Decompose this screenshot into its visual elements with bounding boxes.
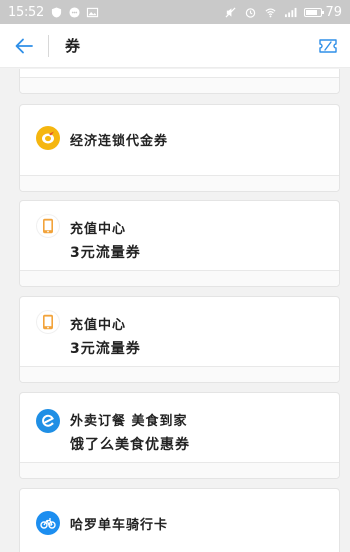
back-button[interactable] — [0, 24, 48, 68]
battery-level: 79 — [325, 4, 342, 20]
coupon-list: 经济连锁代金券 充值中心 3元流量券 充值中心 3元流量券 外卖订餐 美食到家 … — [0, 69, 350, 552]
status-time: 15:52 — [8, 4, 44, 20]
battery-indicator: 79 — [304, 5, 342, 20]
coupon-card-partial[interactable] — [19, 69, 340, 94]
title-bar: 券 — [0, 24, 350, 68]
coupon-stub — [20, 270, 339, 286]
battery-icon — [304, 7, 325, 17]
coupon-card[interactable]: 外卖订餐 美食到家 饿了么美食优惠券 — [19, 392, 340, 479]
edit-button[interactable] — [306, 24, 350, 68]
coupon-subtitle: 饿了么美食优惠券 — [70, 437, 190, 453]
coupon-stub — [20, 462, 339, 478]
alarm-icon — [246, 7, 256, 18]
phone-recharge-icon — [36, 310, 60, 334]
coupon-subtitle: 3元流量券 — [70, 245, 141, 261]
coupon-title: 外卖订餐 美食到家 — [70, 414, 188, 429]
image-icon — [86, 7, 99, 17]
chat-icon — [69, 6, 80, 18]
coupon-card[interactable]: 充值中心 3元流量券 — [19, 296, 340, 383]
mute-icon — [225, 6, 236, 18]
page-title: 券 — [65, 37, 81, 55]
ticket-edit-icon — [319, 38, 337, 53]
status-bar: 15:52 79 — [0, 0, 350, 24]
coupon-title: 充值中心 — [70, 222, 127, 237]
coupon-stub — [20, 366, 339, 382]
arrow-left-icon — [15, 38, 33, 53]
eleme-icon — [36, 409, 60, 433]
coupon-stub — [20, 175, 339, 191]
coupon-subtitle: 3元流量券 — [70, 341, 141, 357]
coupon-title: 充值中心 — [70, 318, 127, 333]
coupon-stub — [20, 77, 339, 93]
bicycle-icon — [36, 511, 60, 535]
coupon-card[interactable]: 经济连锁代金券 — [19, 104, 340, 192]
coupon-title: 哈罗单车骑行卡 — [70, 518, 169, 533]
coupon-card[interactable]: 哈罗单车骑行卡 — [19, 488, 340, 552]
phone-recharge-icon — [36, 214, 60, 238]
wifi-icon — [265, 7, 276, 17]
coupon-title: 经济连锁代金券 — [70, 134, 169, 149]
title-divider — [48, 34, 49, 57]
coupon-card[interactable]: 充值中心 3元流量券 — [19, 200, 340, 287]
hotel-icon — [36, 126, 60, 150]
shield-icon — [51, 6, 62, 18]
signal-icon — [285, 7, 297, 17]
